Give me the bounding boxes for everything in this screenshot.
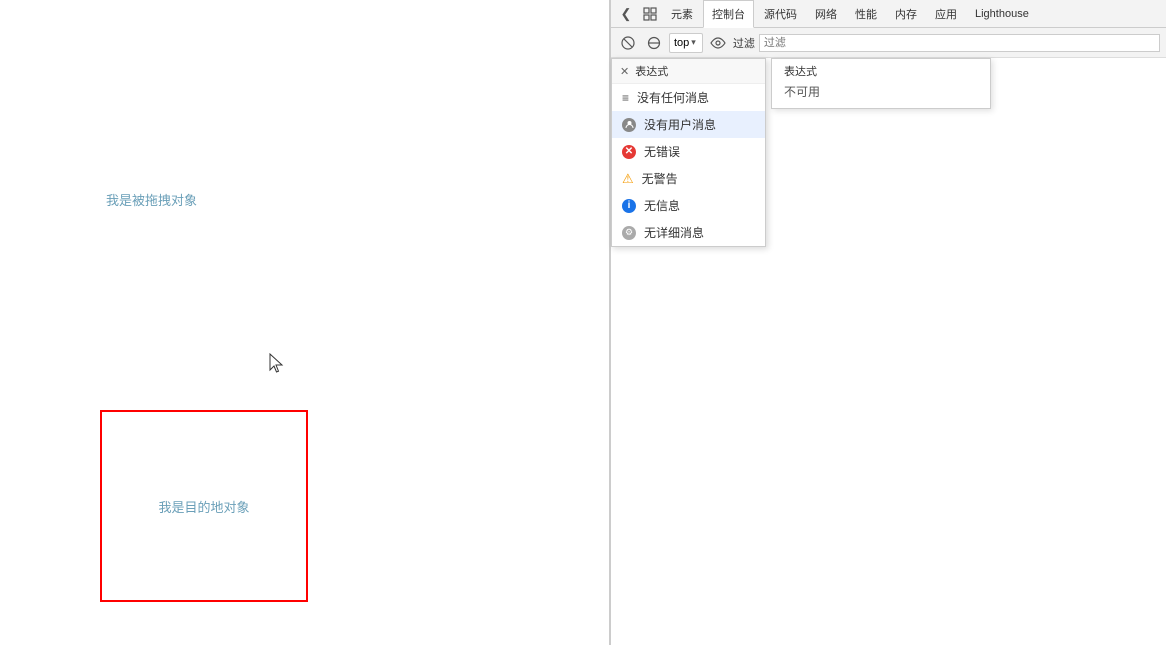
- no-messages-button[interactable]: [643, 32, 665, 54]
- devtools-back-icon[interactable]: ❮: [615, 3, 637, 25]
- devtools-inspect-icon[interactable]: [639, 3, 661, 25]
- filter-warnings-label: 无警告: [642, 170, 678, 187]
- filter-wrapper: 过滤: [733, 34, 1160, 52]
- tab-sources[interactable]: 源代码: [756, 0, 805, 28]
- tab-memory[interactable]: 内存: [887, 0, 925, 28]
- clear-console-button[interactable]: [617, 32, 639, 54]
- message-filter-dropdown: ✕ 表达式 ≡ 没有任何消息 没有用户消息 ✕ 无错误 ⚠ 无警告: [611, 58, 766, 247]
- filter-input[interactable]: [759, 34, 1160, 52]
- drag-source-element[interactable]: 我是被拖拽对象: [106, 190, 197, 209]
- filter-warnings[interactable]: ⚠ 无警告: [612, 165, 765, 192]
- tab-lighthouse[interactable]: Lighthouse: [967, 0, 1037, 28]
- filter-user-messages[interactable]: 没有用户消息: [612, 111, 765, 138]
- tab-network[interactable]: 网络: [807, 0, 845, 28]
- close-dropdown-button[interactable]: ✕: [620, 65, 629, 78]
- console-main: ✕ 表达式 ≡ 没有任何消息 没有用户消息 ✕ 无错误 ⚠ 无警告: [611, 58, 1166, 645]
- frame-selector-value: top: [674, 37, 689, 49]
- filter-info-label: 无信息: [644, 197, 680, 214]
- error-icon: ✕: [622, 145, 636, 159]
- tab-console[interactable]: 控制台: [703, 0, 754, 28]
- mouse-cursor: [269, 353, 285, 380]
- drop-target-element[interactable]: 我是目的地对象: [100, 410, 308, 602]
- devtools-tab-bar: ❮ 元素 控制台 源代码 网络 性能 内存 应用: [611, 0, 1166, 28]
- dropdown-header-label: 表达式: [635, 63, 668, 79]
- frame-selector-arrow: ▾: [691, 37, 696, 48]
- filter-info[interactable]: i 无信息: [612, 192, 765, 219]
- filter-all-label: 没有任何消息: [637, 89, 709, 106]
- warning-icon: ⚠: [622, 171, 634, 187]
- frame-selector[interactable]: top ▾: [669, 33, 703, 53]
- verbose-icon: ⚙: [622, 226, 636, 240]
- info-icon: i: [622, 199, 636, 213]
- tab-elements[interactable]: 元素: [663, 0, 701, 28]
- console-toolbar: top ▾ 过滤: [611, 28, 1166, 58]
- expression-panel-title: 表达式: [784, 63, 978, 79]
- expression-panel-value: 不可用: [784, 83, 978, 100]
- filter-all-messages[interactable]: ≡ 没有任何消息: [612, 84, 765, 111]
- filter-user-label: 没有用户消息: [644, 116, 716, 133]
- drop-target-label: 我是目的地对象: [158, 497, 249, 516]
- devtools-panel: ❮ 元素 控制台 源代码 网络 性能 内存 应用: [610, 0, 1166, 645]
- list-icon: ≡: [622, 91, 629, 105]
- user-icon: [622, 118, 636, 132]
- filter-errors[interactable]: ✕ 无错误: [612, 138, 765, 165]
- dropdown-header-row: ✕ 表达式: [612, 59, 765, 84]
- tab-application[interactable]: 应用: [927, 0, 965, 28]
- filter-errors-label: 无错误: [644, 143, 680, 160]
- filter-verbose-label: 无详细消息: [644, 224, 704, 241]
- filter-verbose[interactable]: ⚙ 无详细消息: [612, 219, 765, 246]
- expression-panel: 表达式 不可用: [771, 58, 991, 109]
- web-page-area: 我是被拖拽对象 我是目的地对象: [0, 0, 610, 645]
- filter-label: 过滤: [733, 35, 755, 51]
- live-expressions-button[interactable]: [707, 32, 729, 54]
- tab-performance[interactable]: 性能: [847, 0, 885, 28]
